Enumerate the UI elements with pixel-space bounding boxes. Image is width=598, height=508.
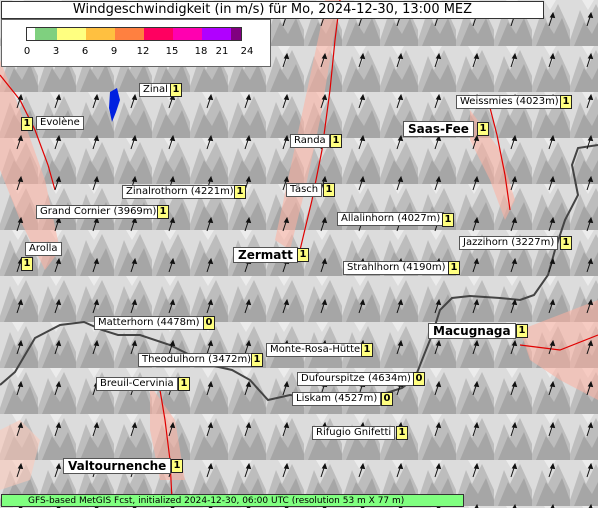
wind-value: 1 [560,95,572,109]
place-label: Allalinhorn (4027m) [337,212,445,226]
legend-swatch [173,28,202,40]
place-label: Jazzihorn (3227m) [459,236,559,250]
place-label: Theodulhorn (3472m) [138,353,256,367]
wind-value: 1 [171,459,183,473]
map-title: Windgeschwindigkeit (in m/s) für Mo, 202… [1,1,544,19]
legend-swatch [86,28,115,40]
wind-value: 1 [297,248,309,262]
legend-tick: 21 [215,46,229,57]
place-label: Grand Cornier (3969m) [36,205,161,219]
legend-swatch [231,28,241,40]
forecast-footer: GFS-based MetGIS Fcst, initialized 2024-… [1,494,464,507]
place-label: Arolla [25,242,62,256]
legend-swatch [57,28,86,40]
legend-tick: 6 [81,46,89,57]
town-label: Macugnaga [428,323,516,339]
wind-value: 1 [21,117,33,131]
wind-value: 1 [448,261,460,275]
wind-value: 1 [21,257,33,271]
wind-value: 0 [381,392,393,406]
legend-tick: 9 [110,46,118,57]
place-label: Zinal [139,83,172,97]
town-label: Zermatt [233,247,298,263]
wind-value: 0 [413,372,425,386]
place-label: Strahlhorn (4190m) [343,261,450,275]
wind-value: 1 [170,83,182,97]
place-label: Dufourspitze (4634m) [297,372,415,386]
place-label: Breuil-Cervinia [96,377,178,391]
town-label: Saas-Fee [403,121,474,137]
place-label: Evolène [36,116,84,130]
town-label: Valtournenche [63,458,172,474]
place-label: Matterhorn (4478m) [94,316,204,330]
wind-value: 1 [477,122,489,136]
wind-value: 1 [442,213,454,227]
legend-swatch [115,28,144,40]
place-label: Monte-Rosa-Hütte [266,343,365,357]
wind-value: 1 [396,426,408,440]
legend-swatch [27,28,35,40]
wind-value: 1 [323,183,335,197]
wind-value: 1 [178,377,190,391]
wind-value: 1 [560,236,572,250]
legend-tick: 18 [194,46,208,57]
place-label: Randa [290,134,330,148]
legend-tick: 12 [136,46,150,57]
legend-swatch [144,28,173,40]
legend-tick: 24 [240,46,254,57]
wind-value: 1 [251,353,263,367]
wind-value: 1 [157,205,169,219]
legend-color-scale [26,27,242,41]
place-label: Zinalrothorn (4221m) [122,185,238,199]
legend-tick: 3 [52,46,60,57]
wind-value: 1 [516,324,528,338]
place-label: Weissmies (4023m) [456,95,563,109]
legend-tick: 15 [165,46,179,57]
legend-swatch [202,28,231,40]
place-label: Liskam (4527m) [292,392,382,406]
wind-speed-legend: 0 3 6 9 12 15 18 21 24 [1,19,271,67]
place-label: Rifugio Gnifetti [312,426,396,440]
legend-swatch [35,28,57,40]
place-label: Täsch [286,183,323,197]
wind-value: 0 [203,316,215,330]
wind-value: 1 [330,134,342,148]
wind-value: 1 [234,185,246,199]
wind-value: 1 [361,343,373,357]
legend-tick: 0 [23,46,31,57]
